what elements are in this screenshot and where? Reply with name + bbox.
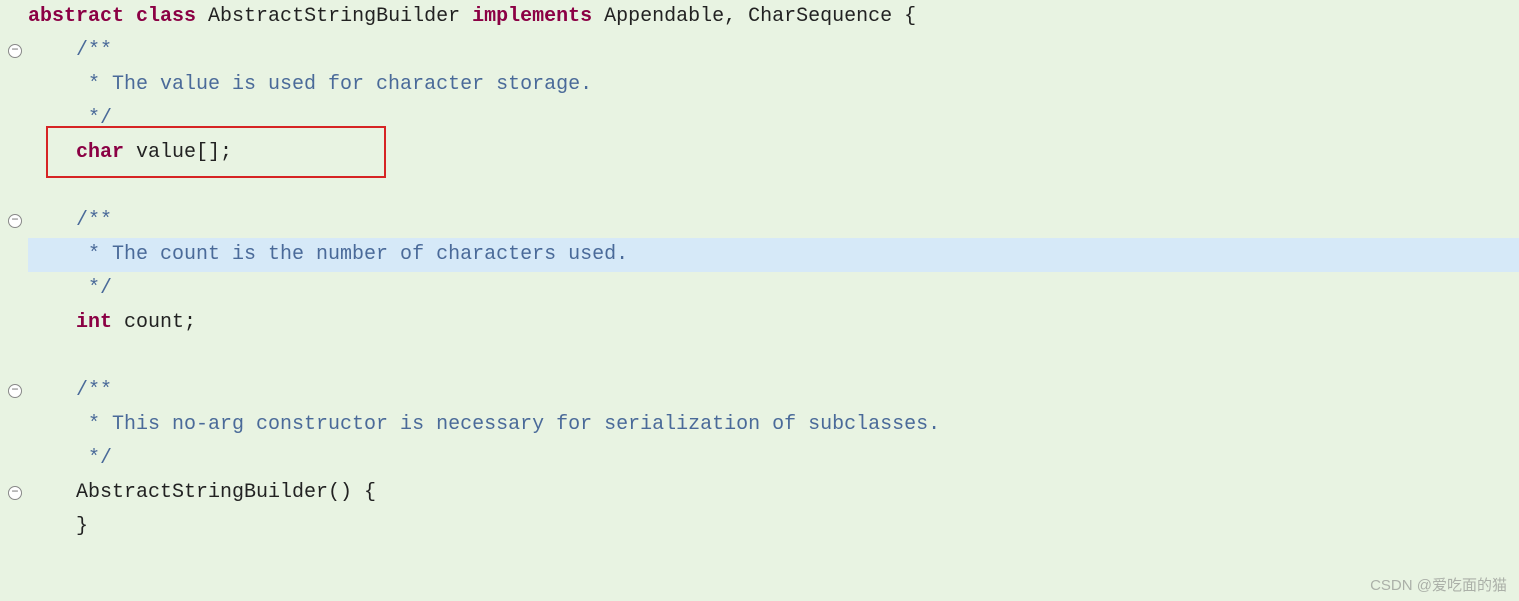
comment: */ <box>28 107 112 130</box>
code-line: } <box>28 510 1519 544</box>
code-text: } <box>28 515 88 538</box>
comment: */ <box>28 447 112 470</box>
keyword: abstract <box>28 5 124 28</box>
code-line <box>28 340 1519 374</box>
code-line: * This no-arg constructor is necessary f… <box>28 408 1519 442</box>
code-line: * The value is used for character storag… <box>28 68 1519 102</box>
code-line-current: * The count is the number of characters … <box>28 238 1519 272</box>
comment: /** <box>28 39 112 62</box>
keyword: class <box>136 5 196 28</box>
comment: * The value is used for character storag… <box>28 73 592 96</box>
code-area[interactable]: abstract class AbstractStringBuilder imp… <box>28 0 1519 601</box>
fold-icon[interactable]: − <box>8 384 22 398</box>
code-text: Appendable, CharSequence { <box>592 5 916 28</box>
code-editor: − − − − abstract class AbstractStringBui… <box>0 0 1519 601</box>
code-line: /** <box>28 204 1519 238</box>
code-line: /** <box>28 374 1519 408</box>
code-line: AbstractStringBuilder() { <box>28 476 1519 510</box>
keyword: implements <box>472 5 592 28</box>
code-text: AbstractStringBuilder <box>196 5 472 28</box>
code-line: abstract class AbstractStringBuilder imp… <box>28 0 1519 34</box>
code-line <box>28 170 1519 204</box>
comment: * This no-arg constructor is necessary f… <box>28 413 940 436</box>
code-line: /** <box>28 34 1519 68</box>
keyword: int <box>28 311 112 334</box>
keyword: char <box>28 141 124 164</box>
code-text: count; <box>112 311 196 334</box>
code-text: AbstractStringBuilder() { <box>28 481 376 504</box>
fold-icon[interactable]: − <box>8 214 22 228</box>
code-text <box>124 5 136 28</box>
code-line: */ <box>28 272 1519 306</box>
comment: /** <box>28 379 112 402</box>
editor-gutter: − − − − <box>0 0 28 601</box>
comment: /** <box>28 209 112 232</box>
code-line: int count; <box>28 306 1519 340</box>
fold-icon[interactable]: − <box>8 44 22 58</box>
watermark: CSDN @爱吃面的猫 <box>1370 574 1507 595</box>
comment: */ <box>28 277 112 300</box>
code-line: */ <box>28 102 1519 136</box>
code-line: */ <box>28 442 1519 476</box>
fold-icon[interactable]: − <box>8 486 22 500</box>
code-line: char value[]; <box>28 136 1519 170</box>
code-text: value[]; <box>124 141 232 164</box>
comment: * The count is the number of characters … <box>28 243 628 266</box>
